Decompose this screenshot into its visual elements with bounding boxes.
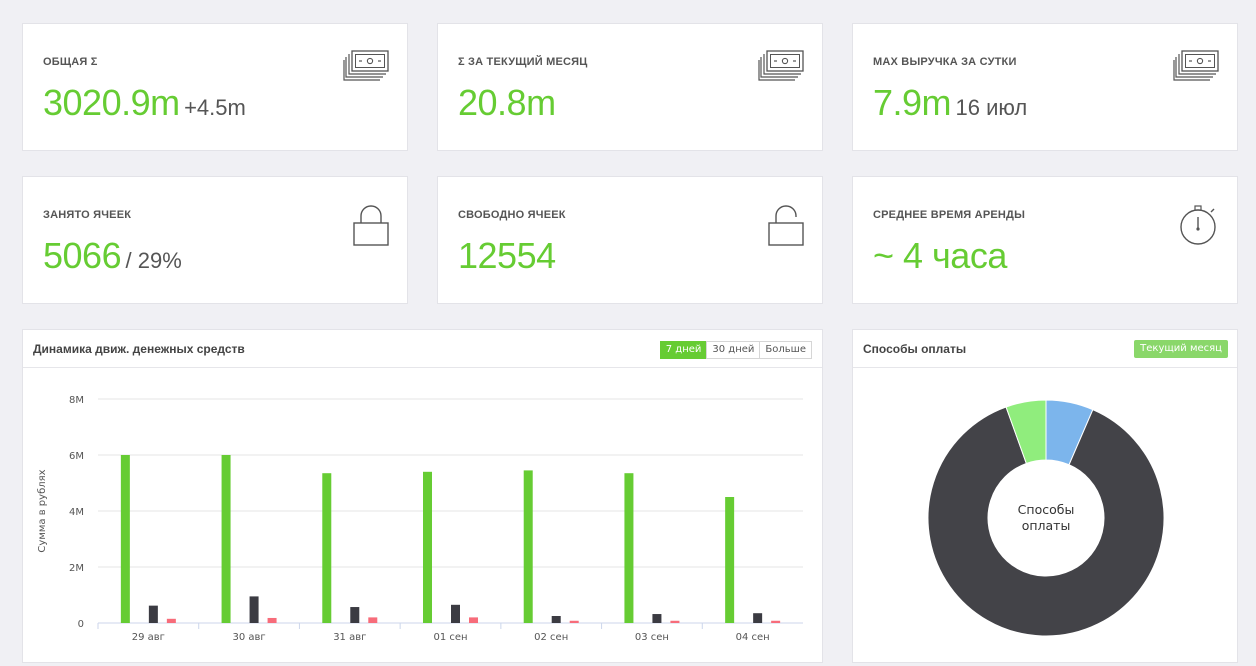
bar: [148, 605, 158, 623]
x-tick-label: 31 авг: [333, 632, 366, 643]
bar: [670, 620, 680, 623]
bar: [166, 618, 176, 623]
stat-value: 5066 / 29%: [43, 235, 182, 277]
bar: [569, 620, 579, 623]
money-icon: [758, 50, 804, 87]
panel-header: Динамика движ. денежных средств 7 дней 3…: [23, 330, 822, 368]
bar: [249, 596, 259, 623]
donut-center-label: оплаты: [1022, 518, 1071, 533]
bar: [771, 620, 781, 623]
stat-value: 3020.9m +4.5m: [43, 82, 246, 124]
stat-card-free: СВОБОДНО ЯЧЕЕК 12554: [437, 176, 823, 304]
range-30-days-button[interactable]: 30 дней: [706, 341, 761, 359]
money-icon: [1173, 50, 1219, 87]
bar: [753, 613, 763, 623]
stat-number: 3020.9m: [43, 82, 180, 123]
stat-title: ОБЩАЯ Σ: [43, 56, 98, 68]
bar: [368, 617, 378, 623]
stat-title: ЗАНЯТО ЯЧЕЕК: [43, 209, 132, 221]
bar: [469, 617, 478, 623]
stat-suffix: / 29%: [125, 248, 182, 273]
y-tick-label: 8M: [69, 395, 84, 406]
x-tick-label: 01 сен: [433, 632, 467, 643]
bar: [523, 470, 533, 623]
stat-title: Σ ЗА ТЕКУЩИЙ МЕСЯЦ: [458, 56, 588, 68]
y-tick-label: 2M: [69, 563, 84, 574]
bar: [451, 604, 460, 623]
bar: [120, 455, 130, 623]
period-filter-button[interactable]: Текущий месяц: [1134, 340, 1228, 358]
cashflow-bar-chart: 0 2M 4M 6M 8M 29 авг 30 авг 31 авг 01 сен 02 сен 0…: [37, 395, 803, 643]
stat-card-total: ОБЩАЯ Σ 3020.9m +4.5m: [22, 23, 408, 151]
panel-title: Способы оплаты: [863, 342, 967, 356]
donut-center-label: Способы: [1018, 502, 1075, 517]
range-7-days-button[interactable]: 7 дней: [659, 341, 708, 359]
stat-number: 20.8m: [458, 82, 556, 123]
bar: [624, 473, 634, 623]
stat-number: ~ 4 часа: [873, 235, 1007, 276]
x-tick-label: 04 сен: [736, 632, 770, 643]
x-tick-label: 29 авг: [132, 632, 165, 643]
bar: [322, 473, 332, 623]
payments-donut-chart: Способыоплаты: [927, 399, 1165, 637]
stat-number: 7.9m: [873, 82, 952, 123]
bar: [267, 617, 277, 623]
stat-card-rent-time: СРЕДНЕЕ ВРЕМЯ АРЕНДЫ ~ 4 часа: [852, 176, 1238, 304]
bar: [350, 607, 360, 623]
stat-value: 12554: [458, 235, 556, 277]
bar: [551, 616, 561, 623]
y-tick-label: 0: [78, 619, 84, 630]
stat-number: 5066: [43, 235, 122, 276]
stat-suffix: +4.5m: [184, 95, 246, 120]
stat-value: 7.9m 16 июл: [873, 82, 1027, 124]
lock-closed-icon: [353, 203, 389, 252]
y-tick-label: 4M: [69, 507, 84, 518]
x-tick-label: 30 авг: [232, 632, 265, 643]
range-switch: 7 дней 30 дней Больше: [659, 341, 812, 359]
stat-title: MAX ВЫРУЧКА ЗА СУТКИ: [873, 56, 1017, 68]
stopwatch-icon: [1179, 203, 1219, 252]
stat-card-occupied: ЗАНЯТО ЯЧЕЕК 5066 / 29%: [22, 176, 408, 304]
panel-title: Динамика движ. денежных средств: [33, 342, 245, 356]
stat-title: СРЕДНЕЕ ВРЕМЯ АРЕНДЫ: [873, 209, 1026, 221]
bar: [725, 497, 735, 623]
stat-value: 20.8m: [458, 82, 556, 124]
y-axis-label: Сумма в рублях: [37, 469, 48, 552]
stat-suffix: 16 июл: [955, 95, 1028, 120]
x-tick-label: 02 сен: [534, 632, 568, 643]
stat-number: 12554: [458, 235, 556, 276]
cashflow-panel: Динамика движ. денежных средств 7 дней 3…: [22, 329, 823, 663]
panel-header: Способы оплаты Текущий месяц: [853, 330, 1237, 368]
stat-value: ~ 4 часа: [873, 235, 1007, 277]
bar: [423, 471, 432, 623]
x-tick-label: 03 сен: [635, 632, 669, 643]
range-more-button[interactable]: Больше: [759, 341, 812, 359]
bar: [652, 614, 662, 623]
money-icon: [343, 50, 389, 87]
lock-open-icon: [768, 203, 804, 252]
stat-title: СВОБОДНО ЯЧЕЕК: [458, 209, 566, 221]
stat-card-month: Σ ЗА ТЕКУЩИЙ МЕСЯЦ 20.8m: [437, 23, 823, 151]
y-tick-label: 6M: [69, 451, 84, 462]
stat-card-max-revenue: MAX ВЫРУЧКА ЗА СУТКИ 7.9m 16 июл: [852, 23, 1238, 151]
payments-panel: Способы оплаты Текущий месяц Способы опла…: [852, 329, 1238, 663]
bar: [221, 455, 231, 623]
